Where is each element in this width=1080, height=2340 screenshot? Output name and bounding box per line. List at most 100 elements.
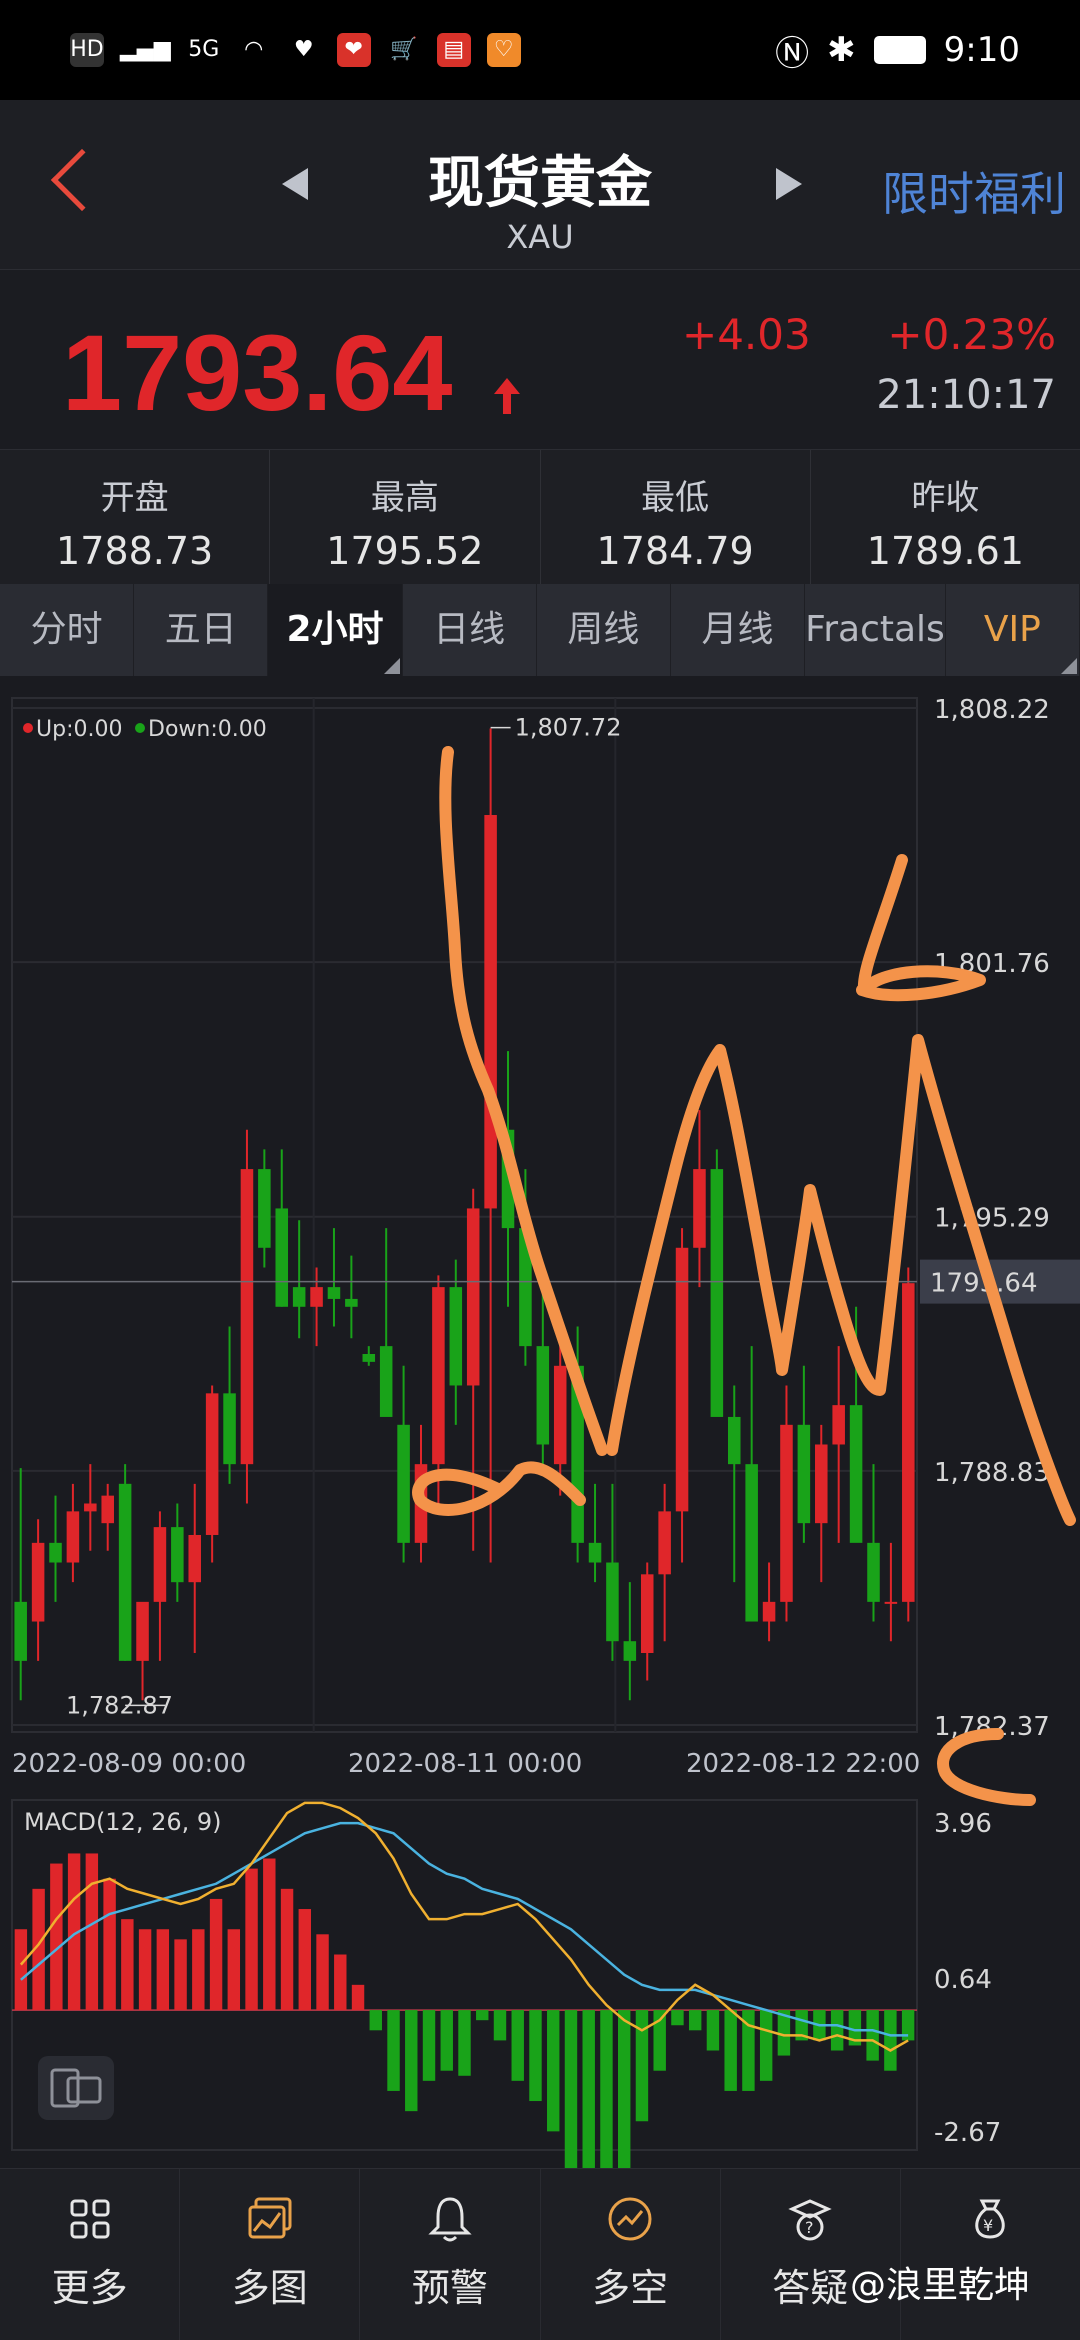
quote-panel: 1793.64 +4.03 +0.23% 21:10:17 [0,270,1080,450]
stat-prev-close: 昨收 1789.61 [811,450,1080,584]
legend-up: Up:0.00 [36,717,122,742]
macd-bar [440,2010,453,2071]
stat-label: 最低 [641,478,710,518]
nav-more[interactable]: 更多 [0,2169,181,2340]
stat-label: 开盘 [100,478,169,518]
wifi-icon: ◠ [244,37,264,62]
candle-body [745,1464,758,1622]
macd-bar [493,2010,507,2041]
macd-bar [830,2010,844,2051]
candle-body [536,1346,550,1445]
candle-body [136,1601,149,1661]
candles-layer [14,728,915,1701]
macd-bar [511,2010,524,2081]
nav-label: 预警 [411,2266,488,2310]
macd-bar [280,1888,294,2011]
candle-body [449,1287,463,1386]
y-tick-label: 1,808.22 [934,695,1050,725]
macd-bar [103,1878,116,2011]
legend-down: Down:0.00 [148,717,267,742]
watermark: @浪里乾坤 [849,2265,1030,2306]
macd-bar [529,2010,542,2102]
macd-bar [334,1954,347,2011]
candle-body [780,1424,793,1602]
nav-long-short[interactable]: 多空 [541,2169,721,2340]
tab-fractals[interactable]: Fractals [805,584,946,676]
macd-bar [759,2010,773,2081]
nav-alert[interactable]: 预警 [360,2169,541,2340]
macd-tick-label: 0.64 [934,1965,992,1995]
macd-bar [156,1929,170,2011]
macd-bar [298,1909,312,2011]
tab-monthly[interactable]: 月线 [671,584,806,676]
candle-body [379,1346,393,1417]
annotation-stroke [412,1461,586,1516]
qa-icon: ? [721,2191,900,2247]
signal-icon: ▂▄▆ [120,37,171,62]
next-symbol-icon[interactable] [776,168,802,200]
stat-high: 最高 1795.52 [270,450,541,584]
stat-value: 1789.61 [866,529,1024,573]
macd-label: MACD(12, 26, 9) [24,1808,222,1836]
tab-five-day[interactable]: 五日 [134,584,269,676]
tab-2h[interactable]: 2小时 [268,584,403,676]
nav-multi-chart[interactable]: 多图 [180,2169,361,2340]
book-icon: ▤ [436,33,471,67]
x-axis-label: 2022-08-09 00:00 [12,1749,246,1779]
x-axis-label: 2022-08-11 00:00 [348,1749,582,1779]
bottom-nav: 更多 多图 预警 多空 ? 答疑 ¥ [0,2168,1080,2340]
svg-text:¥: ¥ [983,2216,993,2235]
tab-daily[interactable]: 日线 [403,584,537,676]
candle-body [675,1247,689,1512]
cart-icon: 🛒 [390,37,418,62]
macd-bar [263,1858,276,2011]
macd-tick-label: -2.67 [934,2118,1001,2148]
candle-body [815,1444,828,1524]
candle-body [31,1542,45,1622]
candle-body [327,1287,341,1299]
promo-link[interactable]: 限时福利 [882,158,1066,224]
candle-body [362,1354,376,1362]
up-arrow-icon [494,378,520,414]
tab-2h-label: 2小时 [286,609,384,650]
bluetooth-icon: ✱ [827,30,856,70]
candle-body [258,1169,271,1248]
tab-vip[interactable]: VIP [946,584,1080,676]
candle-body [710,1169,724,1417]
macd-bar [458,2010,471,2076]
candle-body [623,1641,637,1661]
app2-icon: ♡ [486,33,521,67]
app-icon: ❤ [336,33,371,67]
candle-body [762,1601,776,1622]
macd-bar [50,1863,63,2011]
macd-bar [121,1919,134,2011]
macd-bar [227,1929,241,2011]
candle-body [292,1287,306,1307]
macd-bar [688,2010,702,2031]
candle-body [101,1495,114,1524]
tab-intraday[interactable]: 分时 [0,584,135,676]
price-chart[interactable]: 1,808.221,801.761,795.291,788.831,782.37… [0,690,1080,2218]
macd-bar [351,1984,365,2011]
nav-qa[interactable]: ? 答疑 [721,2169,901,2340]
tab-weekly[interactable]: 周线 [537,584,671,676]
price-change-pct: +0.23% [887,310,1056,359]
macd-bar [724,2010,737,2091]
candle-body [397,1424,410,1543]
trend-icon [541,2191,720,2247]
legend-down-dot [135,723,145,733]
candle-body [188,1534,202,1583]
candle-body [658,1511,671,1575]
candle-body [884,1601,898,1604]
chart-area[interactable]: 1,808.22 1,801.76 1,795.29 1,788.83 1,782.37… [0,690,1080,2218]
stat-value: 1795.52 [326,529,484,573]
nav-funds[interactable]: ¥ [901,2169,1080,2340]
status-right: Ⓝ ✱ 9:10 [775,26,1020,75]
nav-label: 多图 [231,2266,308,2310]
legend-up-dot [23,723,33,733]
candle-body [171,1527,184,1583]
current-price: 1793.64 [62,312,453,433]
rotate-screen-button[interactable] [38,2056,114,2120]
candle-body [606,1562,619,1642]
rotate-icon [50,2068,102,2108]
